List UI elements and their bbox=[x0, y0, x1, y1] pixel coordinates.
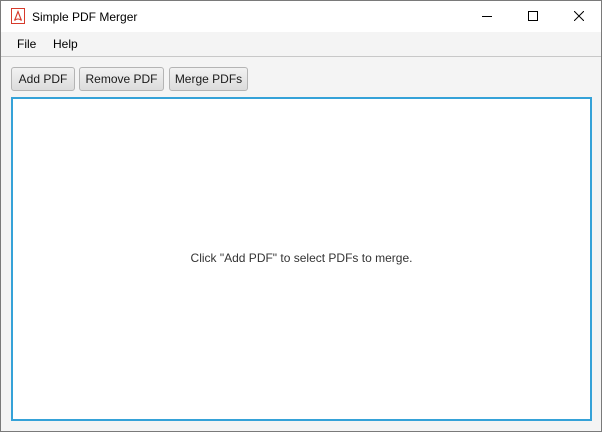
toolbar: Add PDF Remove PDF Merge PDFs bbox=[1, 57, 601, 97]
pdf-document-icon bbox=[10, 8, 26, 24]
pdf-list[interactable]: Click "Add PDF" to select PDFs to merge. bbox=[11, 97, 592, 421]
close-button[interactable] bbox=[556, 1, 601, 32]
close-icon bbox=[573, 8, 585, 26]
maximize-icon bbox=[528, 8, 538, 26]
empty-list-message: Click "Add PDF" to select PDFs to merge. bbox=[190, 251, 413, 265]
window-title: Simple PDF Merger bbox=[32, 10, 138, 24]
maximize-button[interactable] bbox=[510, 1, 556, 32]
title-bar[interactable]: Simple PDF Merger bbox=[1, 1, 601, 32]
merge-pdfs-button[interactable]: Merge PDFs bbox=[169, 67, 248, 91]
menu-file[interactable]: File bbox=[13, 32, 40, 56]
app-window: Simple PDF Merger File Help Add PDF Remo… bbox=[0, 0, 602, 432]
minimize-icon bbox=[482, 8, 492, 26]
add-pdf-button[interactable]: Add PDF bbox=[11, 67, 75, 91]
minimize-button[interactable] bbox=[464, 1, 510, 32]
remove-pdf-button[interactable]: Remove PDF bbox=[79, 67, 164, 91]
menu-help[interactable]: Help bbox=[49, 32, 82, 56]
menu-bar: File Help bbox=[1, 32, 601, 57]
